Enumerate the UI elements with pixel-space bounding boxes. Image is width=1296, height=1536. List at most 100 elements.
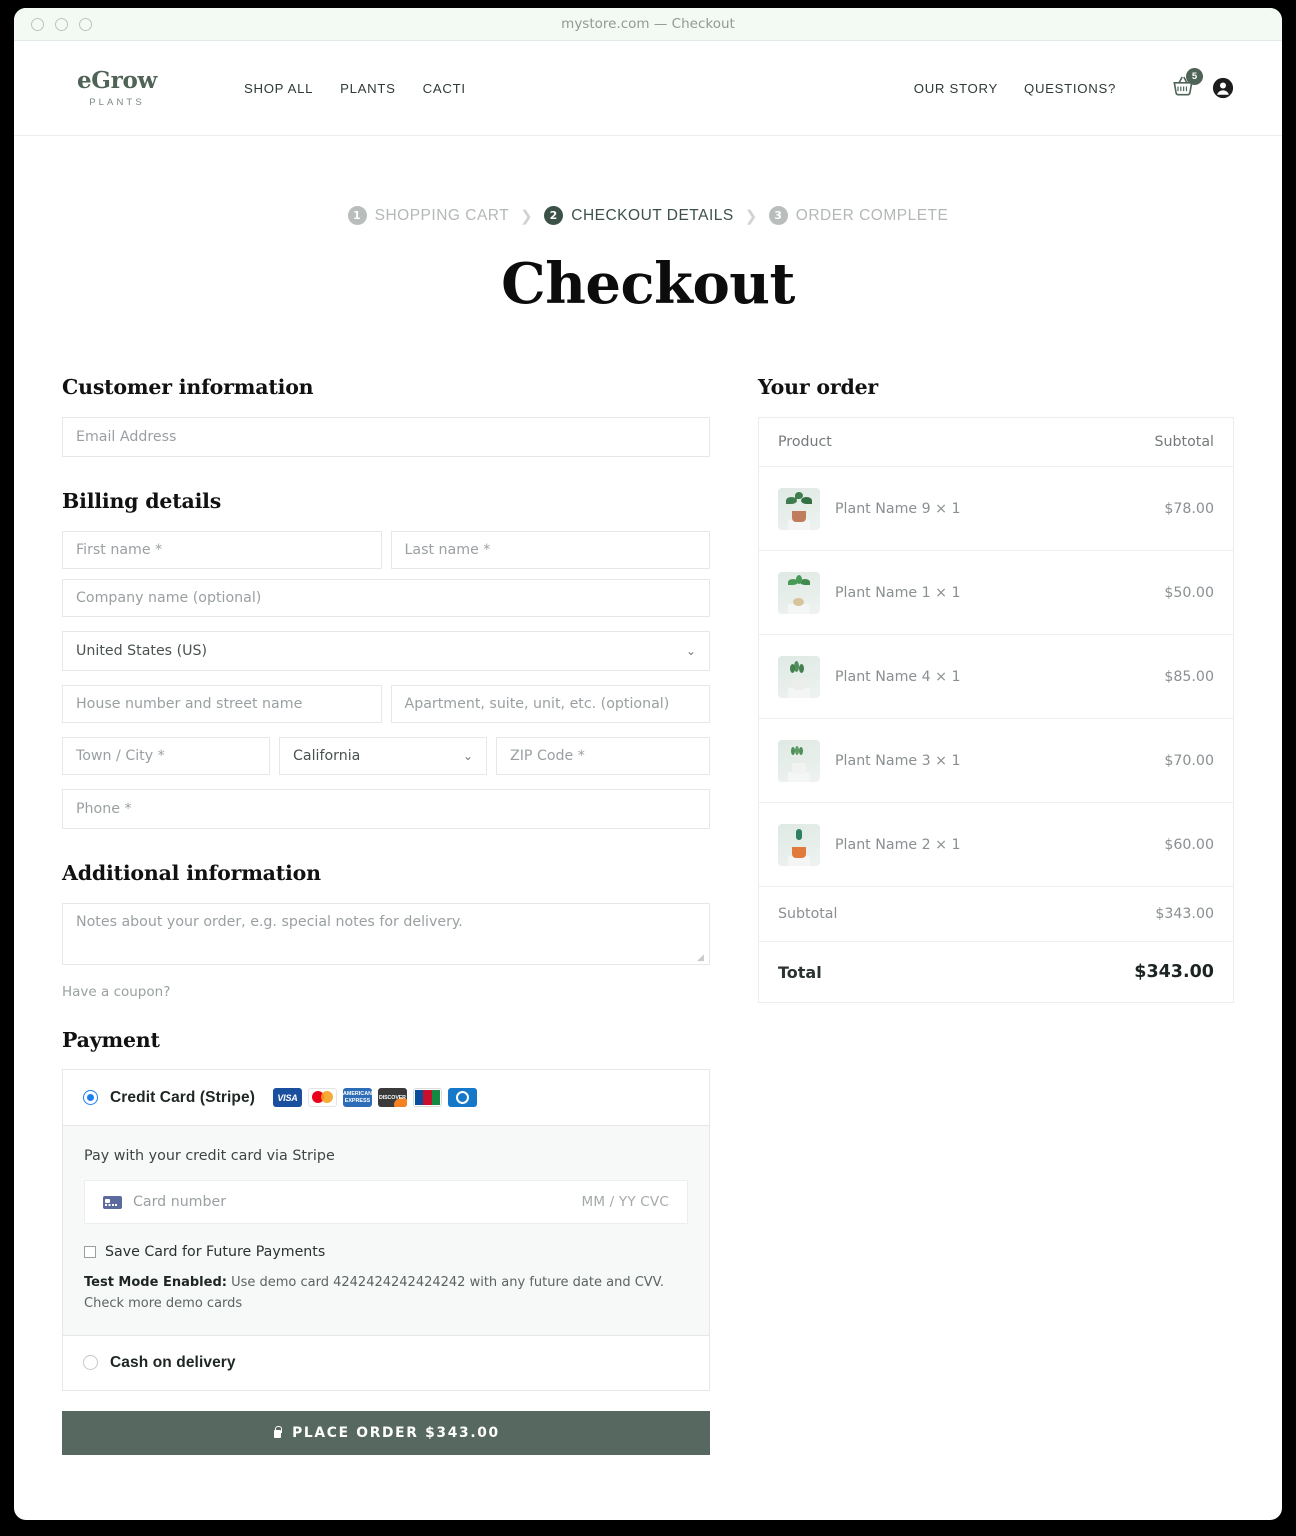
street-address-field[interactable]: House number and street name	[62, 685, 382, 723]
jcb-icon	[412, 1088, 442, 1107]
apartment-placeholder: Apartment, suite, unit, etc. (optional)	[404, 696, 670, 712]
table-row: Plant Name 4 × 1 $85.00	[759, 635, 1233, 719]
stripe-label: Credit Card (Stripe)	[110, 1088, 255, 1106]
company-field[interactable]: Company name (optional)	[62, 579, 710, 617]
email-field[interactable]: Email Address	[62, 417, 710, 457]
total-value: $343.00	[1134, 962, 1214, 982]
product-thumbnail	[778, 739, 820, 782]
first-name-placeholder: First name *	[76, 542, 163, 558]
payment-heading: Payment	[62, 1028, 160, 1052]
city-placeholder: Town / City *	[76, 748, 165, 764]
product-thumbnail	[778, 571, 820, 614]
nav-item-cacti[interactable]: CACTI	[423, 81, 466, 96]
product-subtotal: $85.00	[1164, 668, 1214, 685]
chevron-right-icon: ❯	[744, 207, 758, 225]
zip-placeholder: ZIP Code *	[510, 748, 585, 764]
card-number-placeholder: Card number	[133, 1194, 227, 1210]
nav-item-questions[interactable]: QUESTIONS?	[1024, 81, 1116, 96]
city-field[interactable]: Town / City *	[62, 737, 270, 775]
table-row: Plant Name 2 × 1 $60.00	[759, 803, 1233, 887]
site-header: eGrow PLANTS SHOP ALL PLANTS CACTI OUR S…	[14, 41, 1282, 136]
logo[interactable]: eGrow PLANTS	[62, 69, 172, 108]
stripe-description: Pay with your credit card via Stripe	[84, 1148, 335, 1164]
additional-information-heading: Additional information	[62, 861, 321, 885]
last-name-field[interactable]: Last name *	[390, 531, 710, 569]
place-order-button[interactable]: PLACE ORDER $343.00	[62, 1410, 710, 1455]
step-2-number: 2	[544, 206, 564, 225]
order-total-row: Total $343.00	[759, 942, 1233, 1002]
product-name: Plant Name 1 × 1	[835, 584, 961, 601]
payment-method-stripe[interactable]: Credit Card (Stripe) VISA AMERICAN EXPRES…	[63, 1070, 709, 1125]
diners-icon	[447, 1088, 477, 1107]
secondary-nav[interactable]: OUR STORY QUESTIONS? 5	[914, 68, 1234, 103]
stripe-radio[interactable]	[83, 1090, 98, 1105]
checkout-columns: Customer information Email Address Billi…	[62, 375, 1234, 1455]
resize-grip-icon[interactable]: ◢	[697, 953, 707, 963]
product-subtotal: $50.00	[1164, 584, 1214, 601]
checkout-form-column: Customer information Email Address Billi…	[62, 375, 710, 1455]
product-thumbnail	[778, 655, 820, 698]
subtotal-label: Subtotal	[778, 906, 838, 922]
step-checkout-details[interactable]: 2 CHECKOUT DETAILS	[544, 206, 733, 225]
zip-field[interactable]: ZIP Code *	[496, 737, 710, 775]
save-card-row[interactable]: Save Card for Future Payments	[84, 1244, 688, 1260]
expiry-cvc-placeholder[interactable]: MM / YY CVC	[582, 1194, 670, 1210]
billing-details-heading: Billing details	[62, 489, 222, 513]
product-subtotal: $60.00	[1164, 836, 1214, 853]
browser-window: mystore.com — Checkout eGrow PLANTS SHOP…	[14, 8, 1282, 1520]
checkout-steps: 1 SHOPPING CART ❯ 2 CHECKOUT DETAILS ❯ 3…	[62, 206, 1234, 225]
step-shopping-cart[interactable]: 1 SHOPPING CART	[347, 206, 510, 225]
total-label: Total	[778, 962, 822, 982]
product-name: Plant Name 3 × 1	[835, 752, 961, 769]
product-subtotal: $70.00	[1164, 752, 1214, 769]
customer-information-heading: Customer information	[62, 375, 314, 399]
step-1-label: SHOPPING CART	[374, 206, 510, 224]
your-order-heading: Your order	[758, 375, 879, 399]
discover-icon: DISCOVER	[377, 1088, 407, 1107]
coupon-toggle-link[interactable]: Have a coupon?	[62, 984, 710, 1000]
country-select[interactable]: United States (US) ⌄	[62, 631, 710, 671]
card-number-input[interactable]: Card number MM / YY CVC	[84, 1180, 688, 1224]
cart-count-badge: 5	[1186, 68, 1203, 85]
header-icons: 5	[1170, 68, 1234, 103]
cart-button[interactable]: 5	[1170, 68, 1203, 103]
company-placeholder: Company name (optional)	[76, 590, 262, 606]
chevron-down-icon: ⌄	[685, 644, 696, 658]
table-row: Plant Name 3 × 1 $70.00	[759, 719, 1233, 803]
chevron-down-icon: ⌄	[462, 749, 473, 763]
test-mode-notice: Test Mode Enabled: Use demo card 4242424…	[84, 1273, 688, 1315]
cod-radio[interactable]	[83, 1355, 98, 1371]
lock-icon	[272, 1426, 282, 1439]
payment-methods-box: Credit Card (Stripe) VISA AMERICAN EXPRES…	[62, 1069, 710, 1391]
product-subtotal: $78.00	[1164, 500, 1214, 517]
table-row: Plant Name 1 × 1 $50.00	[759, 551, 1233, 635]
product-thumbnail	[778, 487, 820, 530]
order-notes-textarea[interactable]: Notes about your order, e.g. special not…	[62, 903, 710, 965]
apartment-field[interactable]: Apartment, suite, unit, etc. (optional)	[390, 685, 710, 723]
email-placeholder: Email Address	[76, 429, 177, 445]
table-row: Plant Name 9 × 1 $78.00	[759, 467, 1233, 551]
save-card-checkbox[interactable]	[84, 1246, 96, 1258]
nav-item-shop-all[interactable]: SHOP ALL	[244, 81, 313, 96]
last-name-placeholder: Last name *	[404, 542, 491, 558]
account-icon[interactable]	[1212, 77, 1234, 99]
step-3-label: ORDER COMPLETE	[795, 206, 949, 224]
cod-label: Cash on delivery	[110, 1353, 236, 1371]
window-title: mystore.com — Checkout	[561, 16, 735, 32]
payment-method-cod[interactable]: Cash on delivery	[63, 1334, 709, 1390]
phone-field[interactable]: Phone *	[62, 789, 710, 829]
primary-nav[interactable]: SHOP ALL PLANTS CACTI	[244, 81, 466, 96]
state-value: California	[293, 748, 361, 764]
step-3-number: 3	[768, 206, 788, 225]
product-name: Plant Name 2 × 1	[835, 836, 961, 853]
state-select[interactable]: California ⌄	[279, 737, 487, 775]
nav-item-our-story[interactable]: OUR STORY	[914, 81, 998, 96]
amex-icon: AMERICAN EXPRESS	[342, 1088, 372, 1107]
first-name-field[interactable]: First name *	[62, 531, 382, 569]
step-order-complete: 3 ORDER COMPLETE	[768, 206, 949, 225]
nav-item-plants[interactable]: PLANTS	[340, 81, 396, 96]
subtotal-value: $343.00	[1155, 906, 1214, 922]
step-1-number: 1	[347, 206, 367, 225]
visa-icon: VISA	[272, 1088, 302, 1107]
credit-card-icon	[103, 1195, 122, 1209]
